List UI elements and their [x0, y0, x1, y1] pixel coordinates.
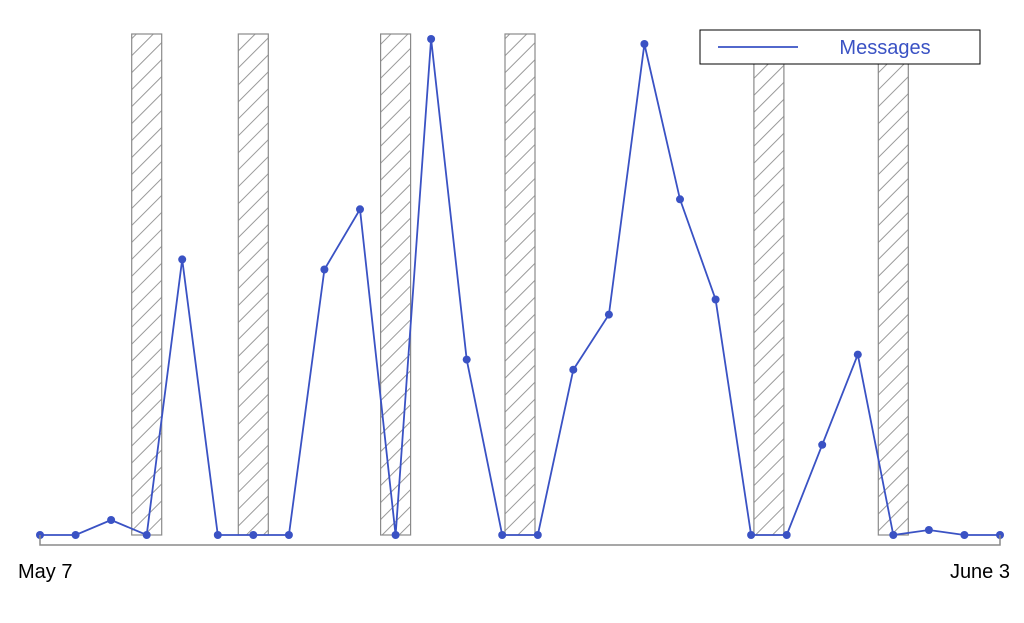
data-point: [818, 441, 826, 449]
data-point: [107, 516, 115, 524]
legend: Messages: [700, 30, 980, 64]
data-point: [783, 531, 791, 539]
gap-band: [238, 34, 268, 535]
x-axis: [40, 535, 1000, 545]
data-point: [747, 531, 755, 539]
gap-band: [505, 34, 535, 535]
data-point: [498, 531, 506, 539]
data-point: [676, 195, 684, 203]
x-axis-end-label: June 3: [950, 561, 1010, 583]
data-point: [463, 356, 471, 364]
data-point: [925, 526, 933, 534]
chart-container: May 7 June 3 Messages: [0, 0, 1024, 623]
data-point: [889, 531, 897, 539]
data-point: [854, 351, 862, 359]
data-point: [427, 35, 435, 43]
gap-bands: [132, 34, 909, 535]
data-point: [960, 531, 968, 539]
data-point: [712, 296, 720, 304]
data-point: [534, 531, 542, 539]
gap-band: [381, 34, 411, 535]
legend-label: Messages: [839, 37, 930, 59]
data-point: [569, 366, 577, 374]
data-point: [72, 531, 80, 539]
data-point: [392, 531, 400, 539]
data-point: [605, 311, 613, 319]
data-point: [320, 266, 328, 274]
gap-band: [754, 34, 784, 535]
line-chart: May 7 June 3 Messages: [0, 0, 1024, 623]
data-point: [356, 205, 364, 213]
data-point: [640, 40, 648, 48]
data-point: [285, 531, 293, 539]
data-point: [214, 531, 222, 539]
data-point: [143, 531, 151, 539]
x-axis-start-label: May 7: [18, 561, 72, 583]
gap-band: [878, 34, 908, 535]
data-point: [249, 531, 257, 539]
data-point: [178, 255, 186, 263]
